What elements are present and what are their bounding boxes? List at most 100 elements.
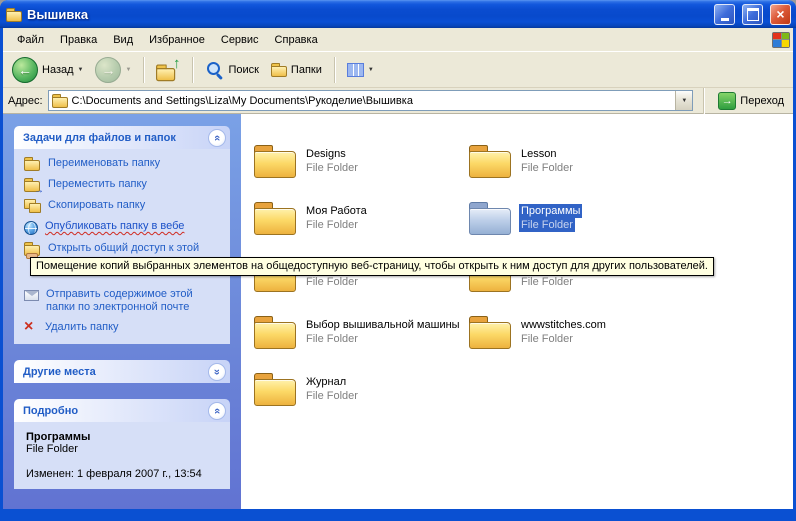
folder-item[interactable]: wwwstitches.com File Folder — [468, 303, 683, 360]
panel-body-details: Программы File Folder Изменен: 1 февраля… — [14, 422, 230, 489]
folder-icon — [253, 144, 297, 178]
folder-type: File Folder — [304, 275, 360, 289]
up-folder-icon — [156, 60, 180, 80]
menu-item-favorites[interactable]: Избранное — [141, 31, 213, 49]
panel-file-folder-tasks: Задачи для файлов и папок Переименовать … — [14, 126, 230, 344]
back-button[interactable]: Назад — [7, 54, 88, 86]
collapse-chevron-icon[interactable] — [208, 402, 226, 420]
folder-icon — [253, 372, 297, 406]
go-button[interactable]: Переход — [714, 92, 788, 110]
folders-label: Папки — [291, 64, 322, 76]
task-share-folder[interactable]: Открыть общий доступ к этой — [24, 242, 224, 256]
forward-arrow-icon — [95, 57, 121, 83]
folder-icon — [253, 315, 297, 349]
maximize-button[interactable] — [742, 4, 763, 25]
forward-button[interactable] — [90, 54, 136, 86]
details-modified-date: Изменен: 1 февраля 2007 г., 13:54 — [26, 468, 218, 480]
chevron-down-icon — [681, 98, 687, 104]
toolbar-separator — [143, 57, 144, 83]
task-rename-folder[interactable]: Переименовать папку — [24, 157, 224, 171]
folder-type: File Folder — [304, 218, 360, 232]
back-label: Назад — [42, 64, 74, 76]
close-button[interactable]: × — [770, 4, 791, 25]
folder-item[interactable]: Выбор вышивальной машины File Folder — [253, 303, 468, 360]
menu-item-file[interactable]: Файл — [9, 31, 52, 49]
views-button[interactable] — [342, 60, 379, 80]
collapse-chevron-icon[interactable] — [208, 129, 226, 147]
search-label: Поиск — [228, 64, 258, 76]
folder-icon — [468, 201, 512, 235]
back-arrow-icon — [12, 57, 38, 83]
address-path: C:\Documents and Settings\Liza\My Docume… — [72, 95, 672, 107]
folder-content-area: Designs File Folder Lesson File Folder — [241, 114, 793, 509]
back-dropdown-icon[interactable] — [78, 67, 84, 73]
folder-type: File Folder — [304, 332, 360, 346]
up-button[interactable] — [151, 57, 185, 83]
menu-item-edit[interactable]: Правка — [52, 31, 105, 49]
folder-name: Журнал — [304, 375, 348, 389]
email-icon — [24, 290, 39, 301]
task-email-folder[interactable]: Отправить содержимое этой папки по элект… — [24, 288, 224, 314]
toolbar-separator — [334, 57, 335, 83]
folder-type: File Folder — [519, 275, 575, 289]
views-dropdown-icon — [368, 67, 374, 73]
move-folder-icon — [24, 178, 41, 192]
panel-header-details[interactable]: Подробно — [14, 399, 230, 422]
windows-logo-icon — [772, 32, 790, 48]
task-pane-sidebar: Задачи для файлов и папок Переименовать … — [3, 114, 241, 509]
address-folder-icon — [52, 94, 68, 107]
search-icon — [205, 60, 224, 79]
forward-dropdown-icon — [125, 67, 131, 73]
expand-chevron-icon[interactable] — [208, 363, 226, 381]
minimize-button[interactable] — [714, 4, 735, 25]
folder-name: Программы — [519, 204, 582, 218]
folder-name: Выбор вышивальной машины — [304, 318, 462, 332]
search-button[interactable]: Поиск — [200, 57, 263, 82]
address-input[interactable]: C:\Documents and Settings\Liza\My Docume… — [48, 90, 694, 111]
menu-item-help[interactable]: Справка — [267, 31, 326, 49]
task-move-folder[interactable]: Переместить папку — [24, 178, 224, 192]
menu-item-view[interactable]: Вид — [105, 31, 141, 49]
folders-pane-icon — [271, 63, 287, 76]
views-icon — [347, 63, 364, 77]
panel-other-places: Другие места — [14, 360, 230, 383]
folders-button[interactable]: Папки — [266, 60, 327, 79]
rename-folder-icon — [24, 157, 41, 171]
folder-item[interactable]: Lesson File Folder — [468, 132, 683, 189]
task-publish-folder[interactable]: Опубликовать папку в вебе — [24, 220, 224, 235]
task-copy-folder[interactable]: Скопировать папку — [24, 199, 224, 213]
panel-header-file-folder-tasks[interactable]: Задачи для файлов и папок — [14, 126, 230, 149]
toolbar: Назад Поиск Папки — [3, 51, 793, 88]
task-delete-folder[interactable]: Удалить папку — [24, 321, 224, 334]
copy-folder-icon — [24, 199, 41, 213]
go-label: Переход — [740, 95, 784, 107]
folder-name: Lesson — [519, 147, 558, 161]
address-bar: Адрес: C:\Documents and Settings\Liza\My… — [3, 88, 793, 114]
panel-header-other-places[interactable]: Другие места — [14, 360, 230, 383]
publish-web-icon — [24, 221, 38, 235]
address-dropdown-button[interactable] — [675, 91, 692, 110]
panel-title: Задачи для файлов и папок — [23, 132, 176, 144]
address-label: Адрес: — [8, 95, 43, 107]
panel-title: Другие места — [23, 366, 96, 378]
explorer-window: Вышивка × Файл Правка Вид Избранное Серв… — [0, 0, 796, 521]
folder-item-selected[interactable]: Программы File Folder — [468, 189, 683, 246]
folder-icon — [468, 144, 512, 178]
folder-item[interactable]: Designs File Folder — [253, 132, 468, 189]
folder-item[interactable]: Моя Работа File Folder — [253, 189, 468, 246]
folder-type: File Folder — [519, 332, 575, 346]
folder-type: File Folder — [519, 161, 575, 175]
folder-name: Designs — [304, 147, 348, 161]
panel-body-file-folder-tasks: Переименовать папку Переместить папку Ск… — [14, 149, 230, 344]
folder-icon — [253, 201, 297, 235]
folder-type: File Folder — [304, 389, 360, 403]
delete-icon — [24, 321, 38, 334]
folder-icon — [468, 315, 512, 349]
folder-type: File Folder — [519, 218, 575, 232]
menu-item-tools[interactable]: Сервис — [213, 31, 267, 49]
menu-bar: Файл Правка Вид Избранное Сервис Справка — [3, 28, 793, 51]
folder-item[interactable]: Журнал File Folder — [253, 360, 468, 417]
details-folder-name: Программы — [26, 431, 218, 443]
toolbar-separator — [192, 57, 193, 83]
folder-type: File Folder — [304, 161, 360, 175]
